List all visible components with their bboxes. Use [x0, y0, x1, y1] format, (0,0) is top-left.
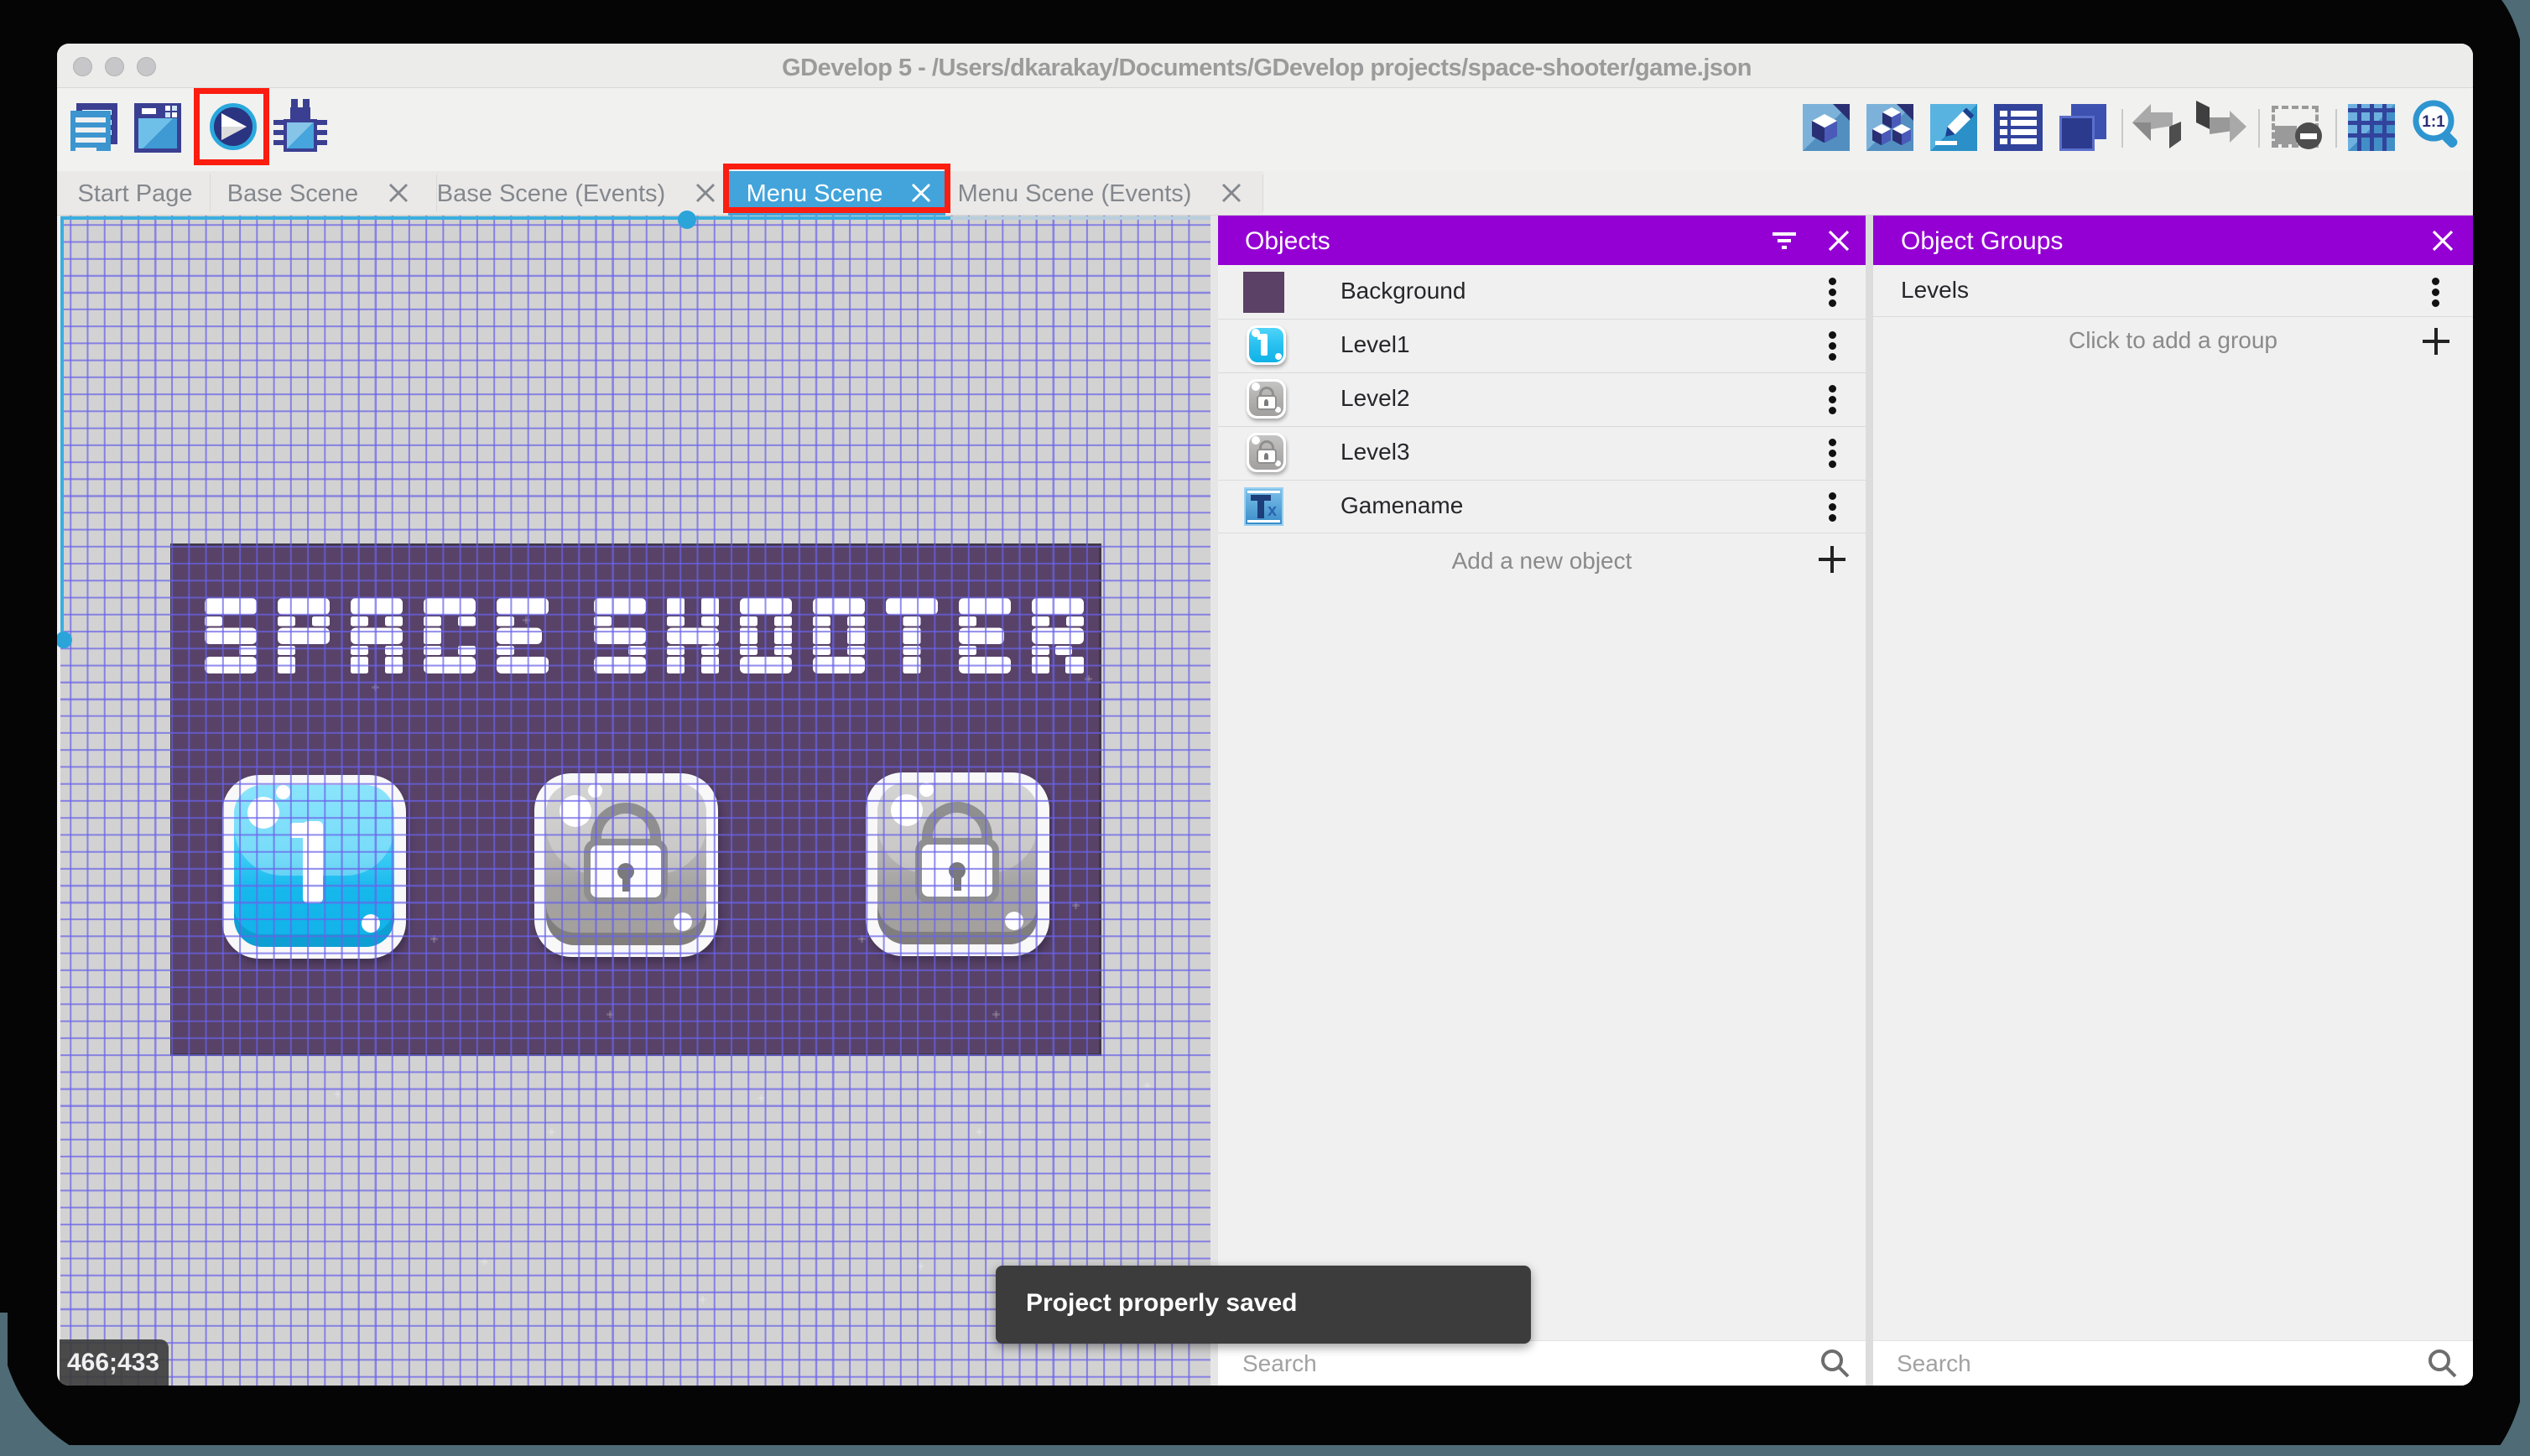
- svg-text:1:1: 1:1: [2422, 113, 2445, 131]
